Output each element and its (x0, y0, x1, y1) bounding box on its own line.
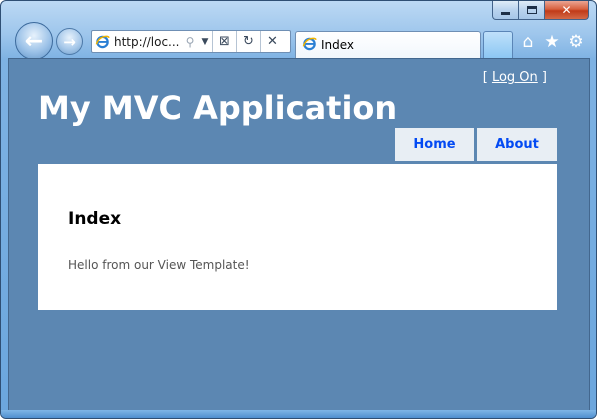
tab-index[interactable]: Index (295, 31, 481, 58)
ie-tab-icon (302, 36, 317, 55)
main-menu: Home About (395, 128, 557, 161)
log-on-link[interactable]: Log On (492, 70, 538, 85)
close-icon: ✕ (561, 3, 572, 17)
minimize-icon (501, 11, 510, 15)
chevron-down-icon[interactable]: ▼ (198, 37, 212, 47)
logon-area: [ Log On ] (483, 70, 547, 85)
site-title: My MVC Application (38, 89, 398, 127)
page-body-text: Hello from our View Template! (68, 258, 250, 272)
forward-button[interactable]: → (56, 28, 83, 55)
menu-item-about[interactable]: About (477, 128, 557, 161)
gear-icon[interactable]: ⚙ (566, 31, 586, 53)
back-button[interactable]: ← (15, 22, 53, 60)
address-bar[interactable]: http://loc... ⚲ ▼ ⊠ ↻ ✕ (91, 30, 291, 53)
close-window-button[interactable]: ✕ (545, 1, 589, 20)
main-content: Index Hello from our View Template! (38, 164, 557, 310)
page-heading: Index (68, 209, 122, 229)
search-icon[interactable]: ⚲ (182, 35, 198, 49)
refresh-icon[interactable]: ↻ (237, 31, 260, 52)
tab-title: Index (321, 38, 355, 52)
logon-open-bracket: [ (482, 70, 488, 85)
ie-page-icon (92, 31, 112, 52)
page-viewport: [ Log On ] My MVC Application Home About… (8, 58, 590, 411)
logon-close-bracket: ] (541, 70, 547, 85)
menu-item-home[interactable]: Home (395, 128, 474, 161)
maximize-icon (526, 6, 537, 14)
maximize-button[interactable] (519, 1, 545, 20)
forward-arrow-icon: → (63, 32, 76, 51)
browser-toolbar: ⌂ ★ ⚙ (518, 31, 586, 53)
address-url-text[interactable]: http://loc... (112, 35, 182, 49)
star-icon[interactable]: ★ (542, 31, 562, 53)
home-icon[interactable]: ⌂ (518, 31, 538, 53)
compatibility-view-icon[interactable]: ⊠ (213, 31, 236, 52)
minimize-button[interactable] (492, 1, 519, 20)
browser-window: ✕ ← → http://loc... ⚲ ▼ ⊠ ↻ ✕ Index ⌂ ★ … (0, 0, 597, 419)
window-caption-buttons: ✕ (492, 1, 589, 20)
back-arrow-icon: ← (24, 28, 44, 54)
stop-icon[interactable]: ✕ (261, 31, 284, 52)
new-tab-button[interactable] (483, 31, 513, 58)
